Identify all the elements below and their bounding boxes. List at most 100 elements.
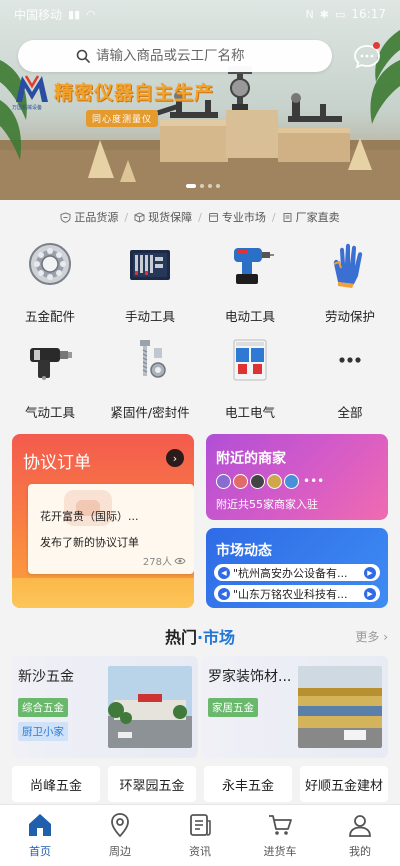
carousel-dot [200,184,204,188]
bolt-icon [140,340,166,378]
divider: / [271,210,276,224]
play-icon: ▶ [364,587,376,600]
tag: 综合五金 [18,698,68,717]
wifi-icon: ◠ [86,7,96,21]
hot-market-header: 热门·市场 更多 › [0,622,400,650]
carousel-dot [208,184,212,188]
banner-carousel[interactable]: 中国移动 ▮▮ ◠ N ✱ ▭ 16:17 万国机械设备 精密仪器自主生产 [0,0,400,200]
feature-factory: 厂家直卖 [282,209,340,225]
shop-item[interactable]: 环翠园五金 [108,766,196,802]
nfc-icon: N [305,7,314,21]
avatar [250,474,265,489]
home-icon [29,814,51,836]
market-photo [298,666,382,748]
message-button[interactable] [352,42,382,70]
hot-market-title: 热门·市场 [164,628,236,647]
category-grid: 五金配件 手动工具 电动工具 劳动保护 气动工具 紧固件/密封件 电工电气 全部 [0,234,400,426]
megaphone-icon: ◀ [218,566,230,579]
shop-item[interactable]: 尚峰五金 [12,766,100,802]
category-electrical[interactable]: 电工电气 [200,330,300,426]
shop-item[interactable]: 永丰五金 [204,766,292,802]
shield-icon [60,211,71,223]
news-item[interactable]: ◀ "杭州高安办公设备有... ▶ [214,564,380,581]
avatar [267,474,282,489]
news-icon [190,814,211,836]
avatar [284,474,299,489]
nearby-subtitle: 附近共55家商家入驻 [216,498,318,511]
factory-icon [283,212,292,222]
shop-item[interactable]: 好顺五金建材 [300,766,388,802]
market-news-title: 市场动态 [216,543,272,559]
tab-mine[interactable]: 我的 [320,805,400,866]
order-company: 花开富贵（国际）... [40,510,139,523]
tag: 厨卫小家 [18,722,68,741]
banner-sub-slogan: 同心度测量仪 [86,110,159,127]
avatar [216,474,231,489]
guarantee-bar: 正品货源 / 现货保障 / 专业市场 / 厂家直卖 [0,204,400,230]
divider: / [198,210,202,224]
location-pin-icon [111,813,129,838]
market-photo [108,666,192,748]
brand-logo [16,75,48,102]
shop-list: 尚峰五金 环翠园五金 永丰五金 好顺五金建材 [12,766,388,802]
more-icon [339,357,361,363]
chevron-right-icon[interactable]: › [166,449,184,467]
nearby-title: 附近的商家 [216,451,286,467]
feature-stock: 现货保障 [134,209,192,225]
order-message: 发布了新的协议订单 [40,536,139,549]
market-card-luojia[interactable]: 罗家装饰材... 家居五金 [202,656,388,758]
glove-icon [333,243,363,288]
eye-icon [174,557,186,564]
market-news-card[interactable]: 市场动态 ◀ "杭州高安办公设备有... ▶ ◀ "山东万铭农业科技有... ▶ [206,528,388,608]
news-item[interactable]: ◀ "山东万铭农业科技有... ▶ [214,585,380,602]
category-pneumatic-tools[interactable]: 气动工具 [0,330,100,426]
user-icon [349,815,371,837]
carousel-dot [186,184,196,188]
nearby-merchants-card[interactable]: 附近的商家 ••• 附近共55家商家入驻 [206,434,388,520]
tab-news[interactable]: 资讯 [160,805,240,866]
more-link[interactable]: 更多 › [355,628,388,645]
pneumatic-wrench-icon [30,348,72,380]
unread-dot [373,42,380,49]
more-avatars-icon: ••• [303,474,325,488]
carousel-dot [216,184,220,188]
category-hand-tools[interactable]: 手动工具 [100,234,200,330]
order-card-base [12,578,194,608]
clock: 16:17 [351,7,386,21]
carrier-label: 中国移动 [14,7,63,22]
logo-caption: 万国机械设备 [12,105,43,111]
avatar [233,474,248,489]
megaphone-icon: ◀ [218,587,230,600]
category-labor-protection[interactable]: 劳动保护 [300,234,400,330]
merchant-avatars: ••• [216,474,324,489]
category-all[interactable]: 全部 [300,330,400,426]
protocol-order-card[interactable]: 协议订单 › 花开富贵（国际）... 发布了新的协议订单 278人 [12,434,194,608]
carousel-indicator [186,184,220,188]
banner-slogan: 精密仪器自主生产 [54,82,215,104]
play-icon: ▶ [364,566,376,579]
circuit-breaker-icon [233,339,267,381]
tab-home[interactable]: 首页 [0,805,80,866]
order-view-count: 278人 [143,553,186,568]
category-fasteners[interactable]: 紧固件/密封件 [100,330,200,426]
order-notice[interactable]: 花开富贵（国际）... 发布了新的协议订单 278人 [28,484,194,574]
search-input[interactable] [96,48,274,64]
signal-icon: ▮▮ [68,7,81,21]
tag: 家居五金 [208,698,258,717]
tab-nearby[interactable]: 周边 [80,805,160,866]
search-bar[interactable] [18,40,332,72]
status-bar: 中国移动 ▮▮ ◠ N ✱ ▭ 16:17 [0,0,400,28]
feature-market: 专业市场 [208,209,266,225]
drill-icon [234,248,274,284]
divider: / [124,210,129,224]
store-icon [208,212,218,222]
bluetooth-icon: ✱ [319,7,329,21]
category-hardware[interactable]: 五金配件 [0,234,100,330]
market-card-xinsha[interactable]: 新沙五金 综合五金 厨卫小家 [12,656,198,758]
order-card-title: 协议订单 [23,453,91,473]
search-icon [76,49,90,63]
battery-icon: ▭ [335,7,346,21]
category-power-tools[interactable]: 电动工具 [200,234,300,330]
tab-cart[interactable]: 进货车 [240,805,320,866]
cart-icon [269,815,292,835]
